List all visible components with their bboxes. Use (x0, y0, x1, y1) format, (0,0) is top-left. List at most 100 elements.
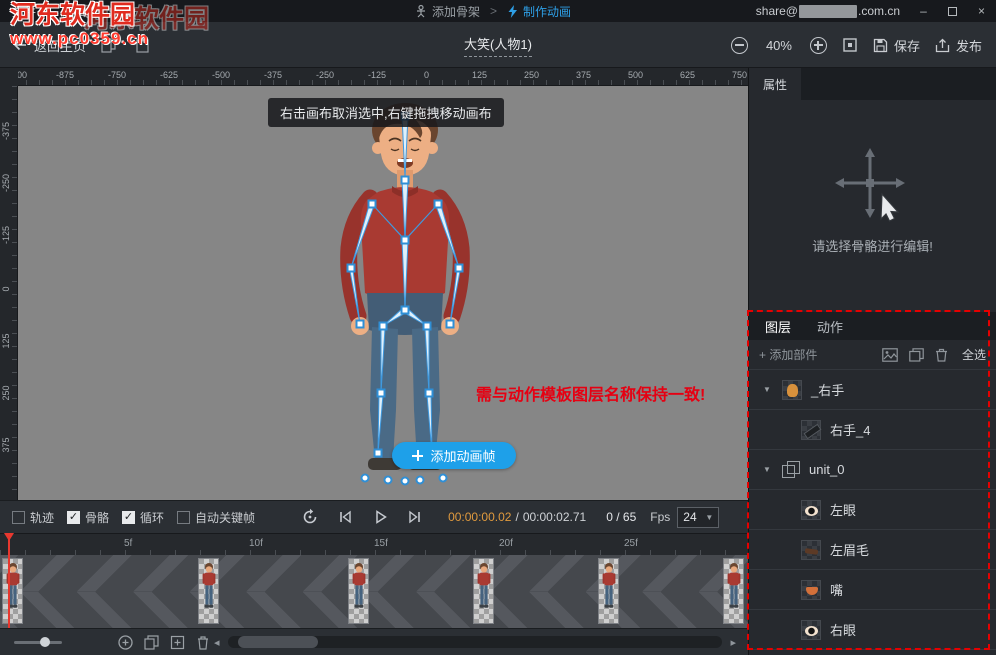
workspace: -1000 -875 -750 -625 -500 -375 -250 -125… (0, 68, 748, 655)
checkbox-icon[interactable] (12, 511, 25, 524)
layer-item-row[interactable]: 右手_4 (749, 410, 996, 450)
scroll-left-icon[interactable]: ◂ (210, 636, 224, 649)
chevron-down-icon: ▼ (705, 513, 713, 522)
layer-label: 左眼 (830, 500, 856, 519)
slider-knob[interactable] (40, 637, 50, 647)
close-icon[interactable]: × (967, 0, 996, 22)
select-all-button[interactable]: 全选 (962, 346, 986, 363)
add-part-button[interactable]: + 添加部件 (759, 346, 817, 363)
maximize-icon[interactable] (938, 0, 967, 22)
export-frame-icon[interactable] (170, 635, 185, 650)
timeline-track[interactable] (0, 555, 748, 628)
timeline-bottom-bar: ◂ ▸ (0, 628, 748, 655)
timeline-ruler[interactable]: 5f 10f 15f 20f 25f (0, 533, 748, 555)
toggle-auto-keyframe[interactable]: 自动关键帧 (177, 509, 255, 526)
fit-canvas-icon[interactable] (842, 37, 858, 53)
menu-edit[interactable]: 编辑 (62, 3, 86, 20)
scrollbar-thumb[interactable] (238, 636, 318, 648)
tab-actions[interactable]: 动作 (817, 317, 843, 336)
annotation-text: 需与动作模板图层名称保持一致! (476, 381, 705, 405)
layer-group-row[interactable]: ▼ _右手 (749, 370, 996, 410)
checkbox-icon[interactable]: ✓ (67, 511, 80, 524)
layer-label: 左眉毛 (830, 540, 869, 559)
character-rig[interactable] (280, 88, 530, 493)
publish-button[interactable]: 发布 (935, 36, 982, 55)
mouth-icon (801, 580, 821, 600)
add-frame-label: 添加动画帧 (430, 446, 495, 465)
keyframe-thumbnail[interactable] (2, 558, 23, 624)
prev-frame-icon[interactable] (336, 508, 354, 526)
copy-frame-icon[interactable] (144, 635, 159, 650)
next-frame-icon[interactable] (406, 508, 424, 526)
layer-group-row[interactable]: ▼ unit_0 (749, 450, 996, 490)
move-cross-icon (830, 148, 916, 233)
toggle-trajectory[interactable]: 轨迹 (12, 509, 54, 526)
reset-playback-icon[interactable] (301, 508, 319, 526)
step-make-animation[interactable]: 制作动画 (507, 3, 571, 20)
h-ruler-label: 625 (680, 70, 695, 80)
trash-icon[interactable] (935, 348, 948, 362)
h-ruler: -1000 -875 -750 -625 -500 -375 -250 -125… (0, 68, 748, 86)
menu-help[interactable]: 帮助 (112, 3, 136, 20)
layer-item-row[interactable]: 右眼 (749, 610, 996, 650)
toggle-group: 轨迹 ✓骨骼 ✓ 循环 自动关键帧 (12, 509, 255, 526)
back-home-button[interactable]: 返回主页 (12, 36, 86, 55)
v-ruler-label: -125 (1, 220, 11, 250)
zoom-out-icon[interactable] (731, 37, 748, 54)
redaction-box (799, 5, 857, 18)
chevron-down-icon[interactable]: ▼ (763, 385, 773, 394)
duplicate-icon[interactable] (909, 348, 924, 362)
keyframe-thumbnail[interactable] (198, 558, 219, 624)
plus-icon (412, 450, 423, 461)
h-ruler-label: 125 (472, 70, 487, 80)
menu-file[interactable]: 文件 (12, 3, 36, 20)
timeline-label: 10f (249, 538, 263, 549)
plus-circle-icon[interactable] (118, 635, 133, 650)
checkbox-icon[interactable] (177, 511, 190, 524)
keyframe-thumbnail[interactable] (723, 558, 744, 624)
toggle-label: 循环 (140, 509, 164, 526)
ruler-corner (0, 68, 18, 86)
account-suffix: .com.cn (858, 4, 900, 18)
chevron-down-icon[interactable]: ▼ (763, 465, 773, 474)
keyframe-thumbnail[interactable] (473, 558, 494, 624)
zoom-level[interactable]: 40% (763, 38, 795, 53)
delete-frame-icon[interactable] (196, 635, 210, 650)
v-ruler-label: 375 (1, 430, 11, 460)
layer-item-row[interactable]: 左眉毛 (749, 530, 996, 570)
minimize-icon[interactable]: – (909, 0, 938, 22)
animation-canvas[interactable]: 右击画布取消选中,右键拖拽移动画布 需与动作模板图层名称保持一致! 添加动画帧 (18, 86, 748, 500)
layer-item-row[interactable]: 左眼 (749, 490, 996, 530)
timeline-label: 25f (624, 538, 638, 549)
toolbar-right: 40% 保存 发布 (731, 22, 982, 68)
playhead[interactable] (8, 533, 10, 628)
copy-button[interactable] (96, 33, 120, 57)
transport-controls (301, 508, 424, 526)
timeline-zoom-slider[interactable] (14, 641, 62, 644)
save-button[interactable]: 保存 (873, 36, 920, 55)
picture-icon[interactable] (882, 348, 898, 362)
paste-button[interactable] (130, 33, 154, 57)
account-email[interactable]: share@ .com.cn (756, 0, 900, 22)
unit-group-icon (782, 461, 800, 479)
v-ruler-label: 0 (1, 274, 11, 304)
add-frame-button[interactable]: 添加动画帧 (392, 442, 516, 469)
tab-layers[interactable]: 图层 (765, 317, 791, 336)
app-window: 文件 编辑 帮助 添加骨架 > 制作动画 share@ .com.cn – × (0, 0, 996, 655)
toggle-bones[interactable]: ✓骨骼 (67, 509, 109, 526)
toggle-loop[interactable]: ✓ 循环 (122, 509, 164, 526)
properties-header: 属性 (749, 68, 996, 100)
keyframe-thumbnail[interactable] (348, 558, 369, 624)
keyframe-thumbnail[interactable] (598, 558, 619, 624)
zoom-in-icon[interactable] (810, 37, 827, 54)
step-add-skeleton[interactable]: 添加骨架 (415, 3, 480, 20)
project-name[interactable]: 大笑(人物1) (464, 34, 532, 57)
checkbox-icon[interactable]: ✓ (122, 511, 135, 524)
play-icon[interactable] (371, 508, 389, 526)
scroll-right-icon[interactable]: ▸ (726, 636, 740, 649)
layer-item-row[interactable]: 嘴 (749, 570, 996, 610)
fps-select[interactable]: 24▼ (677, 507, 719, 528)
tab-properties[interactable]: 属性 (749, 68, 801, 100)
timeline-scrollbar[interactable] (228, 636, 723, 648)
h-ruler-label: -250 (316, 70, 334, 80)
